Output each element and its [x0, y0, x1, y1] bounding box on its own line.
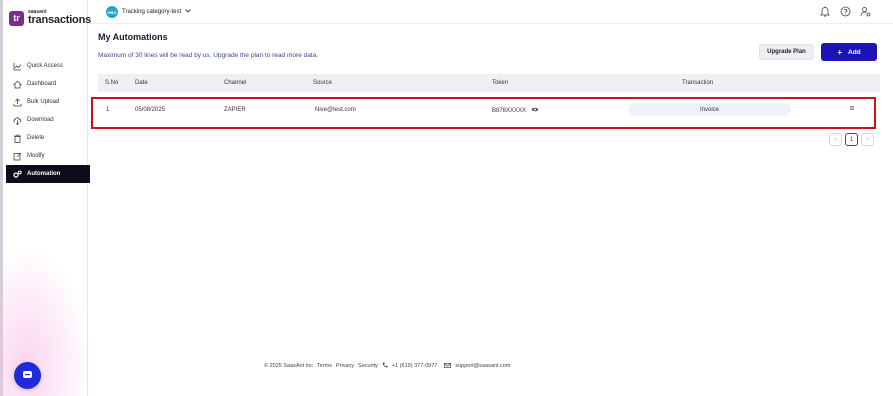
top-bar: HBO Tracking category-test [88, 0, 893, 24]
sidebar-item-automation[interactable]: Automation [6, 165, 90, 183]
logo-text: saasant transactions [28, 10, 91, 26]
pagination: ‹ 1 › [829, 133, 874, 146]
top-icons [819, 5, 871, 17]
upload-icon [13, 97, 22, 107]
column-header-source: Source [313, 80, 333, 86]
sidebar-item-label: Delete [27, 135, 45, 141]
user-settings-icon[interactable] [859, 5, 871, 17]
trash-icon [13, 134, 22, 143]
row-menu-icon[interactable] [849, 105, 855, 113]
plus-icon: + [837, 47, 843, 57]
footer-copyright: © 2025 SaasAnt Inc [264, 363, 314, 369]
main-content: My Automations Maximum of 30 lines will … [88, 24, 893, 396]
cell-date: 05/08/2025 [135, 107, 166, 113]
footer-email-link[interactable]: support@saasant.com [455, 363, 510, 369]
tenant-avatar: HBO [106, 6, 118, 18]
sidebar-item-bulk-upload[interactable]: Bulk Upload [6, 93, 90, 111]
chat-button[interactable] [14, 362, 41, 389]
upgrade-plan-button[interactable]: Upgrade Plan [759, 44, 814, 60]
plan-limit-notice: Maximum of 30 lines will be read by us. … [98, 52, 319, 59]
chat-icon [22, 367, 33, 385]
column-header-token: Token [492, 80, 509, 86]
cell-sno: 1 [106, 107, 110, 113]
mail-icon [444, 362, 452, 370]
phone-icon [382, 362, 388, 370]
sidebar-item-label: Download [27, 117, 54, 123]
chart-icon [13, 62, 22, 71]
logo-big-text: transactions [28, 14, 92, 26]
add-button-label: Add [848, 48, 861, 56]
footer-privacy-link[interactable]: Privacy [336, 363, 354, 369]
gears-icon [13, 170, 22, 179]
sidebar-item-modify[interactable]: Modify [6, 147, 90, 165]
token-value: B878XXXXX [492, 108, 527, 115]
cloud-download-icon [13, 116, 22, 125]
table-row[interactable]: 1 05/08/2025 ZAPIER Nive@test.com B878XX… [98, 100, 878, 126]
logo-mark: tr [9, 10, 24, 26]
table-header: S.No Date Channel Source Token Transacti… [98, 74, 880, 92]
add-button[interactable]: + Add [821, 43, 877, 61]
sidebar-item-label: Bulk Upload [27, 99, 60, 105]
sidebar: tr saasant transactions Quick Access Das… [0, 0, 91, 396]
help-icon[interactable] [839, 5, 851, 17]
sidebar-item-download[interactable]: Download [6, 111, 90, 129]
footer-security-link[interactable]: Security [358, 363, 378, 369]
footer-terms-link[interactable]: Terms [317, 363, 332, 369]
sidebar-item-dashboard[interactable]: Dashboard [6, 75, 90, 93]
sidebar-item-label: Dashboard [27, 81, 57, 87]
column-header-channel: Channel [224, 80, 247, 86]
cell-source: Nive@test.com [315, 107, 356, 113]
footer: © 2025 SaasAnt Inc Terms Privacy Securit… [264, 362, 510, 370]
sidebar-item-quick-access[interactable]: Quick Access [6, 57, 90, 75]
sidebar-item-label: Quick Access [27, 63, 64, 69]
home-icon [13, 80, 22, 89]
column-header-sno: S.No [105, 80, 119, 86]
transaction-pill: Invoice [628, 103, 791, 116]
cell-channel: ZAPIER [224, 107, 246, 113]
page-title: My Automations [98, 32, 168, 42]
prev-page-button[interactable]: ‹ [829, 133, 842, 146]
bell-icon[interactable] [819, 5, 831, 17]
cell-token: B878XXXXX [492, 107, 539, 114]
sidebar-nav: Quick Access Dashboard Bulk Upload Downl… [6, 57, 90, 183]
tenant-selector[interactable]: HBO Tracking category-test [106, 6, 191, 18]
column-header-transaction: Transaction [682, 80, 714, 86]
page-number-button[interactable]: 1 [845, 133, 858, 146]
next-page-button[interactable]: › [861, 133, 874, 146]
edit-icon [13, 152, 22, 161]
sidebar-item-delete[interactable]: Delete [6, 129, 90, 147]
sidebar-item-label: Automation [27, 171, 61, 177]
app-logo[interactable]: tr saasant transactions [9, 10, 91, 26]
chevron-down-icon [185, 9, 191, 15]
tenant-name: Tracking category-test [122, 9, 182, 15]
column-header-date: Date [135, 80, 148, 86]
eye-icon[interactable] [531, 107, 539, 114]
sidebar-item-label: Modify [27, 153, 45, 159]
footer-phone: +1 (619) 377-0977 [391, 363, 438, 369]
